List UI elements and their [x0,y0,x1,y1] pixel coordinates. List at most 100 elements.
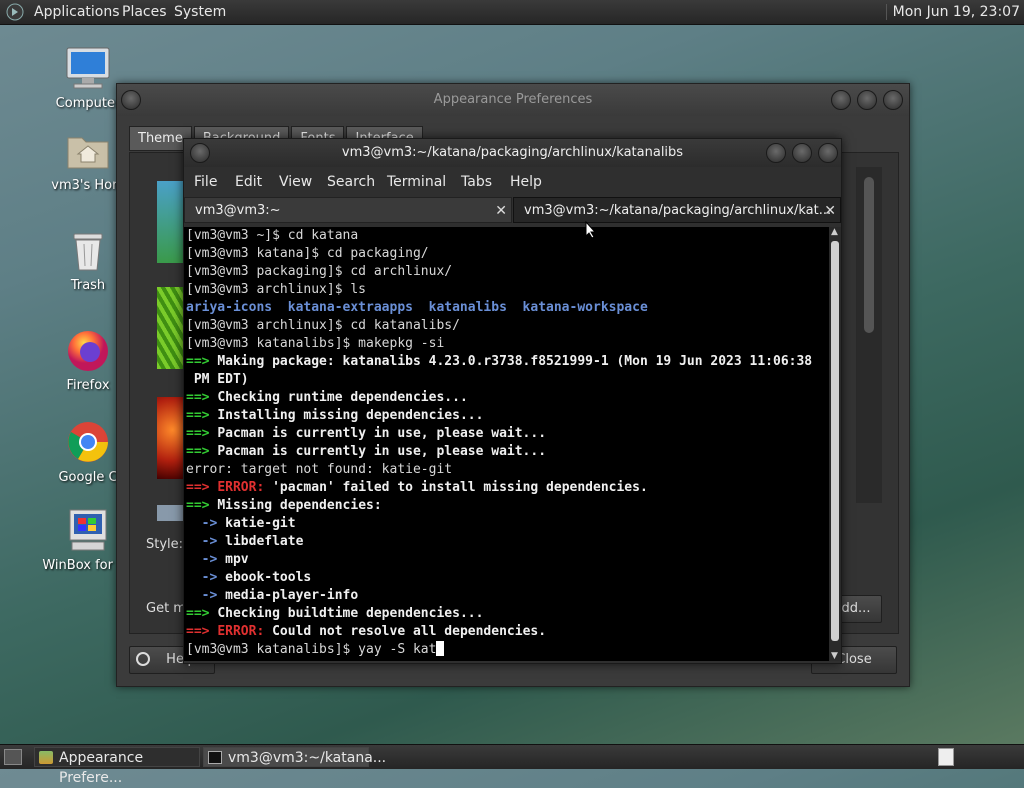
menu-help[interactable]: Help [510,174,542,190]
terminal-text: ==> [186,606,218,621]
maximize-button[interactable] [857,90,877,110]
terminal-line: ==> Making package: katanalibs 4.23.0.r3… [186,353,812,371]
taskbar-item-terminal[interactable]: vm3@vm3:~/katana... [203,747,386,767]
terminal-text: ==> [186,426,218,441]
terminal-line: ==> Checking runtime dependencies... [186,389,468,407]
terminal-text: ==> [186,408,218,423]
terminal-line: [vm3@vm3 katanalibs]$ makepkg -si [186,335,444,353]
wallpaper-thumbnail[interactable] [157,181,183,263]
terminal-output[interactable]: [vm3@vm3 ~]$ cd katana [vm3@vm3 katana]$ … [184,227,829,661]
terminal-text: -> [186,516,226,531]
close-tab-icon[interactable]: ✕ [824,198,836,224]
terminal-text: libdeflate [225,534,304,549]
close-window-button[interactable] [883,90,903,110]
terminal-text: [vm3@vm3 ~]$ cd katana [186,228,359,243]
menu-applications[interactable]: Applications [34,4,120,20]
menu-view[interactable]: View [279,174,312,190]
terminal-text: ==> [186,390,218,405]
terminal-text: [vm3@vm3 archlinux]$ ls [186,282,367,297]
desktop-icon-label: Google C [58,470,118,485]
terminal-line: [vm3@vm3 katana]$ cd packaging/ [186,245,429,263]
terminal-window: vm3@vm3:~/katana/packaging/archlinux/kat… [183,138,842,664]
close-tab-icon[interactable]: ✕ [495,198,507,224]
help-icon [136,652,150,666]
terminal-scrollbar[interactable]: ▲ ▼ [829,227,841,661]
desktop-icon-label: Firefox [66,378,110,393]
terminal-line: [vm3@vm3 packaging]$ cd archlinux/ [186,263,452,281]
terminal-text: Missing dependencies: [217,498,382,513]
terminal-text: Checking runtime dependencies... [217,390,468,405]
show-desktop-icon[interactable] [4,749,22,765]
terminal-text: mpv [225,552,249,567]
terminal-line: error: target not found: katie-git [186,461,452,479]
wallpaper-thumbnail[interactable] [157,505,183,521]
window-title[interactable]: Appearance Preferences [117,84,909,116]
terminal-line: ==> Installing missing dependencies... [186,407,483,425]
clock[interactable]: Mon Jun 19, 23:07 [885,4,1020,20]
scroll-down-icon[interactable]: ▼ [831,651,838,661]
menu-system[interactable]: System [174,4,226,20]
wallpaper-thumbnail[interactable] [157,397,183,479]
terminal-line: [vm3@vm3 katanalibs]$ yay -S kat [186,641,445,659]
terminal-tab[interactable]: vm3@vm3:~ ✕ [184,197,512,223]
scrollbar-thumb[interactable] [864,177,874,333]
terminal-line: ==> Missing dependencies: [186,497,382,515]
terminal-text: [vm3@vm3 archlinux]$ cd katanalibs/ [186,318,460,333]
terminal-text: ==> [186,354,218,369]
terminal-text: ==> [186,498,218,513]
terminal-line: PM EDT) [186,371,249,389]
main-menu-logo-icon[interactable] [6,3,24,21]
terminal-tab-active[interactable]: vm3@vm3:~/katana/packaging/archlinux/kat… [513,197,841,223]
bottom-taskbar: Appearance Prefere... vm3@vm3:~/katana..… [0,744,1024,786]
terminal-text: -> [186,588,226,603]
wallpaper-scrollbar[interactable] [856,167,882,503]
terminal-text: -> [186,570,226,585]
wallpaper-thumbnail[interactable] [157,287,183,369]
taskbar-item-appearance[interactable]: Appearance Prefere... [34,747,200,786]
menu-search[interactable]: Search [327,174,375,190]
maximize-button[interactable] [792,143,812,163]
desktop-icon-label: vm3's Hom [51,178,125,193]
terminal-text: 'pacman' failed to install missing depen… [272,480,648,495]
window-menu-button[interactable] [190,143,210,163]
menu-terminal[interactable]: Terminal [387,174,446,190]
appearance-icon [39,751,53,764]
workspace-switcher-icon[interactable] [938,748,954,766]
minimize-button[interactable] [831,90,851,110]
menu-edit[interactable]: Edit [235,174,262,190]
scrollbar-thumb[interactable] [831,241,839,641]
terminal-line: -> katie-git [186,515,296,533]
terminal-text: [vm3@vm3 packaging]$ cd archlinux/ [186,264,453,279]
terminal-text: ariya-icons katana-extraapps katanalibs … [186,300,648,315]
menu-file[interactable]: File [194,174,217,190]
style-label: Style: [146,537,184,552]
terminal-tab-label: vm3@vm3:~/katana/packaging/archlinux/kat… [524,203,832,218]
window-menu-button[interactable] [121,90,141,110]
scroll-up-icon[interactable]: ▲ [831,227,838,237]
terminal-text: [vm3@vm3 katanalibs]$ yay -S kat [186,642,437,657]
terminal-line: ariya-icons katana-extraapps katanalibs … [186,299,648,317]
minimize-button[interactable] [766,143,786,163]
get-more-label[interactable]: Get m [146,601,186,616]
terminal-text: ==> [186,444,218,459]
menu-tabs[interactable]: Tabs [461,174,492,190]
menu-places[interactable]: Places [122,4,167,20]
terminal-text: ebook-tools [225,570,312,585]
terminal-icon [208,751,222,764]
terminal-text: ==> [186,480,218,495]
terminal-line: ==> Pacman is currently in use, please w… [186,425,546,443]
chrome-icon [64,418,112,466]
terminal-text: ERROR: [217,624,273,639]
terminal-text: Pacman is currently in use, please wait.… [217,426,547,441]
winbox-icon [64,506,112,554]
desktop-icon-label: Trash [70,278,106,293]
terminal-title[interactable]: vm3@vm3:~/katana/packaging/archlinux/kat… [184,139,841,167]
terminal-line: ==> Checking buildtime dependencies... [186,605,483,623]
terminal-line: ==> ERROR: Could not resolve all depende… [186,623,546,641]
terminal-text: [vm3@vm3 katana]$ cd packaging/ [186,246,429,261]
terminal-text: error: target not found: katie-git [186,462,453,477]
close-window-button[interactable] [818,143,838,163]
taskbar-item-label: Appearance Prefere... [59,750,144,786]
terminal-line: [vm3@vm3 archlinux]$ cd katanalibs/ [186,317,460,335]
terminal-line: -> mpv [186,551,249,569]
